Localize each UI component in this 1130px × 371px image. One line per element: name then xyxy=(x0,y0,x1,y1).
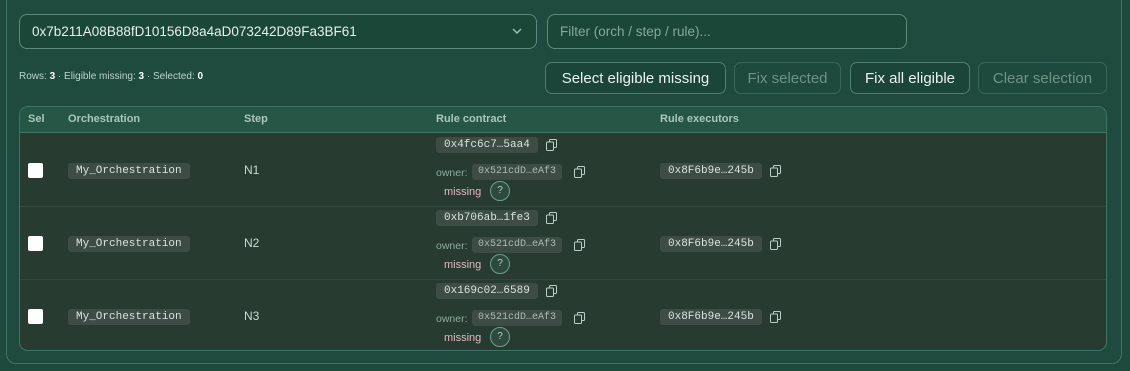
missing-status: missing xyxy=(444,332,482,344)
rows-label: Rows: xyxy=(19,71,47,82)
selected-label: · Selected: xyxy=(146,71,195,82)
row-select-checkbox[interactable] xyxy=(28,236,43,251)
orchestrator-select-value: 0x7b211A08B88fD10156D8a4aD073242D89Fa3BF… xyxy=(32,24,357,39)
copy-icon[interactable] xyxy=(770,238,782,250)
executor-chip: 0x8F6b9e…245b xyxy=(660,309,762,325)
owner-chip: 0x521cdD…eAf3 xyxy=(472,310,563,326)
executor-chip: 0x8F6b9e…245b xyxy=(660,236,762,252)
fix-all-eligible-button[interactable]: Fix all eligible xyxy=(850,62,970,94)
filter-input[interactable] xyxy=(547,14,907,49)
executor-chip: 0x8F6b9e…245b xyxy=(660,163,762,179)
owner-label: owner: xyxy=(436,240,468,252)
table-row: My_Orchestration N2 0xb706ab…1fe3 owner:… xyxy=(20,206,1106,280)
owner-chip: 0x521cdD…eAf3 xyxy=(472,164,563,180)
orchestration-chip: My_Orchestration xyxy=(68,309,190,325)
eligible-count: 3 xyxy=(138,71,145,82)
header-rule-executors: Rule executors xyxy=(660,113,739,125)
rows-count: 3 xyxy=(49,71,56,82)
fix-selected-button[interactable]: Fix selected xyxy=(734,62,841,94)
selected-count: 0 xyxy=(197,71,204,82)
table-row: My_Orchestration N1 0x4fc6c7…5aa4 owner:… xyxy=(20,133,1106,207)
chevron-down-icon xyxy=(512,28,522,35)
orchestration-chip: My_Orchestration xyxy=(68,236,190,252)
copy-icon[interactable] xyxy=(574,166,586,178)
help-icon[interactable]: ? xyxy=(490,181,510,201)
missing-status: missing xyxy=(444,186,482,198)
header-sel: Sel xyxy=(28,113,45,125)
missing-status: missing xyxy=(444,259,482,271)
copy-icon[interactable] xyxy=(546,212,558,224)
owner-chip: 0x521cdD…eAf3 xyxy=(472,237,563,253)
selection-summary: Rows: 3 · Eligible missing: 3 · Selected… xyxy=(19,71,203,82)
select-eligible-missing-button[interactable]: Select eligible missing xyxy=(545,62,726,94)
copy-icon[interactable] xyxy=(546,285,558,297)
eligible-label: · Eligible missing: xyxy=(57,71,136,82)
copy-icon[interactable] xyxy=(574,239,586,251)
copy-icon[interactable] xyxy=(546,139,558,151)
help-icon[interactable]: ? xyxy=(490,254,510,274)
owner-label: owner: xyxy=(436,167,468,179)
help-icon[interactable]: ? xyxy=(490,327,510,347)
rule-contract-chip: 0x4fc6c7…5aa4 xyxy=(436,137,538,153)
step-label: N3 xyxy=(244,309,260,323)
rule-contract-chip: 0x169c02…6589 xyxy=(436,283,538,299)
step-label: N1 xyxy=(244,163,260,177)
owner-label: owner: xyxy=(436,313,468,325)
copy-icon[interactable] xyxy=(770,165,782,177)
row-select-checkbox[interactable] xyxy=(28,309,43,324)
step-label: N2 xyxy=(244,236,260,250)
copy-icon[interactable] xyxy=(574,312,586,324)
header-step: Step xyxy=(244,113,268,125)
rule-contract-chip: 0xb706ab…1fe3 xyxy=(436,210,538,226)
orchestration-chip: My_Orchestration xyxy=(68,163,190,179)
header-orchestration: Orchestration xyxy=(68,113,141,125)
table-row: My_Orchestration N3 0x169c02…6589 owner:… xyxy=(20,279,1106,350)
table-header: Sel Orchestration Step Rule contract Rul… xyxy=(20,107,1106,133)
orchestrator-select[interactable]: 0x7b211A08B88fD10156D8a4aD073242D89Fa3BF… xyxy=(19,14,537,49)
copy-icon[interactable] xyxy=(770,311,782,323)
rules-table: Sel Orchestration Step Rule contract Rul… xyxy=(19,106,1107,351)
header-rule-contract: Rule contract xyxy=(436,113,507,125)
clear-selection-button[interactable]: Clear selection xyxy=(978,62,1107,94)
row-select-checkbox[interactable] xyxy=(28,163,43,178)
